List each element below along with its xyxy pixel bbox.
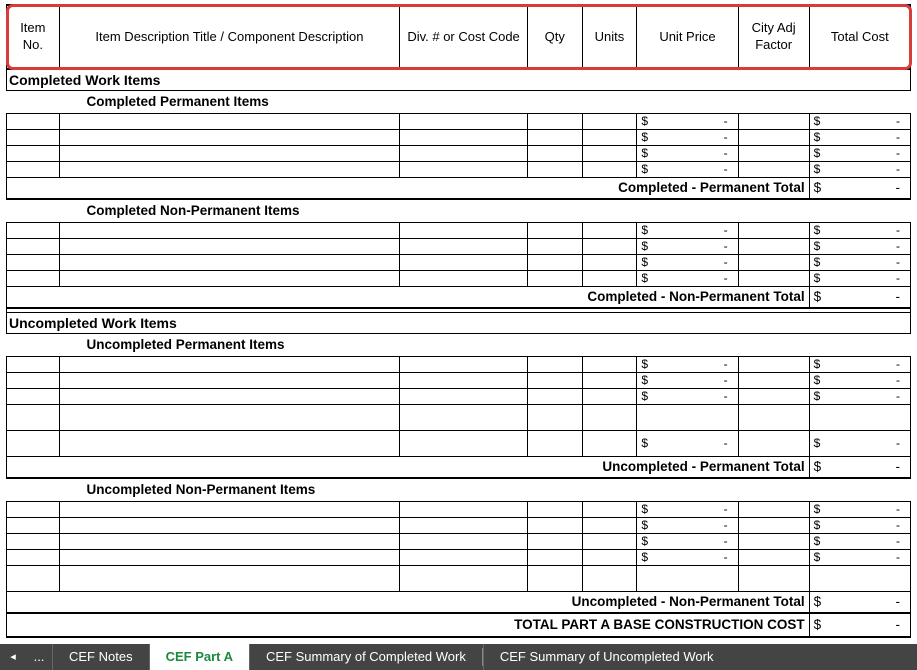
col-units: Units <box>582 5 637 69</box>
table-row[interactable]: $- $- <box>7 372 911 388</box>
col-description: Item Description Title / Component Descr… <box>59 5 400 69</box>
col-city-adj: City Adj Factor <box>738 5 809 69</box>
subsection-label: Uncompleted Permanent Items <box>7 333 911 356</box>
col-qty: Qty <box>527 5 582 69</box>
section-completed-label: Completed Work Items <box>7 69 911 91</box>
table-row[interactable]: $- $- <box>7 501 911 517</box>
table-row[interactable] <box>7 565 911 591</box>
tab-nav-more[interactable]: ... <box>26 644 52 670</box>
grand-total-row: TOTAL PART A BASE CONSTRUCTION COST $- <box>7 613 911 637</box>
table-row[interactable]: $- $- <box>7 130 911 146</box>
table-row[interactable]: $- $- <box>7 239 911 255</box>
subtotal-label: Completed - Permanent Total <box>7 178 810 200</box>
tab-cef-summary-uncompleted[interactable]: CEF Summary of Uncompleted Work <box>483 644 730 670</box>
subtotal-completed-nonpermanent: Completed - Non-Permanent Total $- <box>7 287 911 309</box>
cost-estimate-table: Item No. Item Description Title / Compon… <box>6 4 911 638</box>
subtotal-uncompleted-nonpermanent: Uncompleted - Non-Permanent Total $- <box>7 591 911 613</box>
table-row[interactable]: $- $- <box>7 162 911 178</box>
table-row[interactable]: $- $- <box>7 356 911 372</box>
col-unit-price: Unit Price <box>637 5 738 69</box>
col-item-no: Item No. <box>7 5 60 69</box>
grand-total-label: TOTAL PART A BASE CONSTRUCTION COST <box>7 613 810 637</box>
subtotal-label: Completed - Non-Permanent Total <box>7 287 810 309</box>
table-row[interactable]: $- $- <box>7 388 911 404</box>
subsection-completed-permanent: Completed Permanent Items <box>7 91 911 114</box>
tab-cef-part-a[interactable]: CEF Part A <box>149 644 249 670</box>
tab-cef-notes[interactable]: CEF Notes <box>52 644 149 670</box>
table-row[interactable]: $- $- <box>7 549 911 565</box>
table-row[interactable]: $- $- <box>7 271 911 287</box>
sheet-tabs-bar: ◂ ... CEF Notes CEF Part A CEF Summary o… <box>0 644 917 670</box>
subsection-completed-nonpermanent: Completed Non-Permanent Items <box>7 199 911 223</box>
subsection-uncompleted-permanent: Uncompleted Permanent Items <box>7 333 911 356</box>
table-row[interactable]: $- $- <box>7 146 911 162</box>
section-uncompleted: Uncompleted Work Items <box>7 312 911 333</box>
col-total-cost: Total Cost <box>809 5 910 69</box>
subsection-label: Completed Non-Permanent Items <box>7 199 911 223</box>
section-uncompleted-label: Uncompleted Work Items <box>7 312 911 333</box>
subtotal-label: Uncompleted - Non-Permanent Total <box>7 591 810 613</box>
tab-nav-prev[interactable]: ◂ <box>0 644 26 670</box>
subsection-label: Uncompleted Non-Permanent Items <box>7 478 911 502</box>
section-completed: Completed Work Items <box>7 69 911 91</box>
table-row[interactable]: $- $- <box>7 114 911 130</box>
subsection-label: Completed Permanent Items <box>7 91 911 114</box>
table-row[interactable]: $- $- <box>7 430 911 456</box>
subsection-uncompleted-nonpermanent: Uncompleted Non-Permanent Items <box>7 478 911 502</box>
subtotal-uncompleted-permanent: Uncompleted - Permanent Total $- <box>7 456 911 478</box>
table-row[interactable]: $- $- <box>7 255 911 271</box>
table-row[interactable]: $- $- <box>7 533 911 549</box>
header-row: Item No. Item Description Title / Compon… <box>7 5 911 69</box>
tab-cef-summary-completed[interactable]: CEF Summary of Completed Work <box>249 644 482 670</box>
table-row[interactable] <box>7 404 911 430</box>
table-row[interactable]: $- $- <box>7 223 911 239</box>
subtotal-label: Uncompleted - Permanent Total <box>7 456 810 478</box>
col-div-costcode: Div. # or Cost Code <box>400 5 528 69</box>
table-row[interactable]: $- $- <box>7 517 911 533</box>
subtotal-completed-permanent: Completed - Permanent Total $- <box>7 178 911 200</box>
